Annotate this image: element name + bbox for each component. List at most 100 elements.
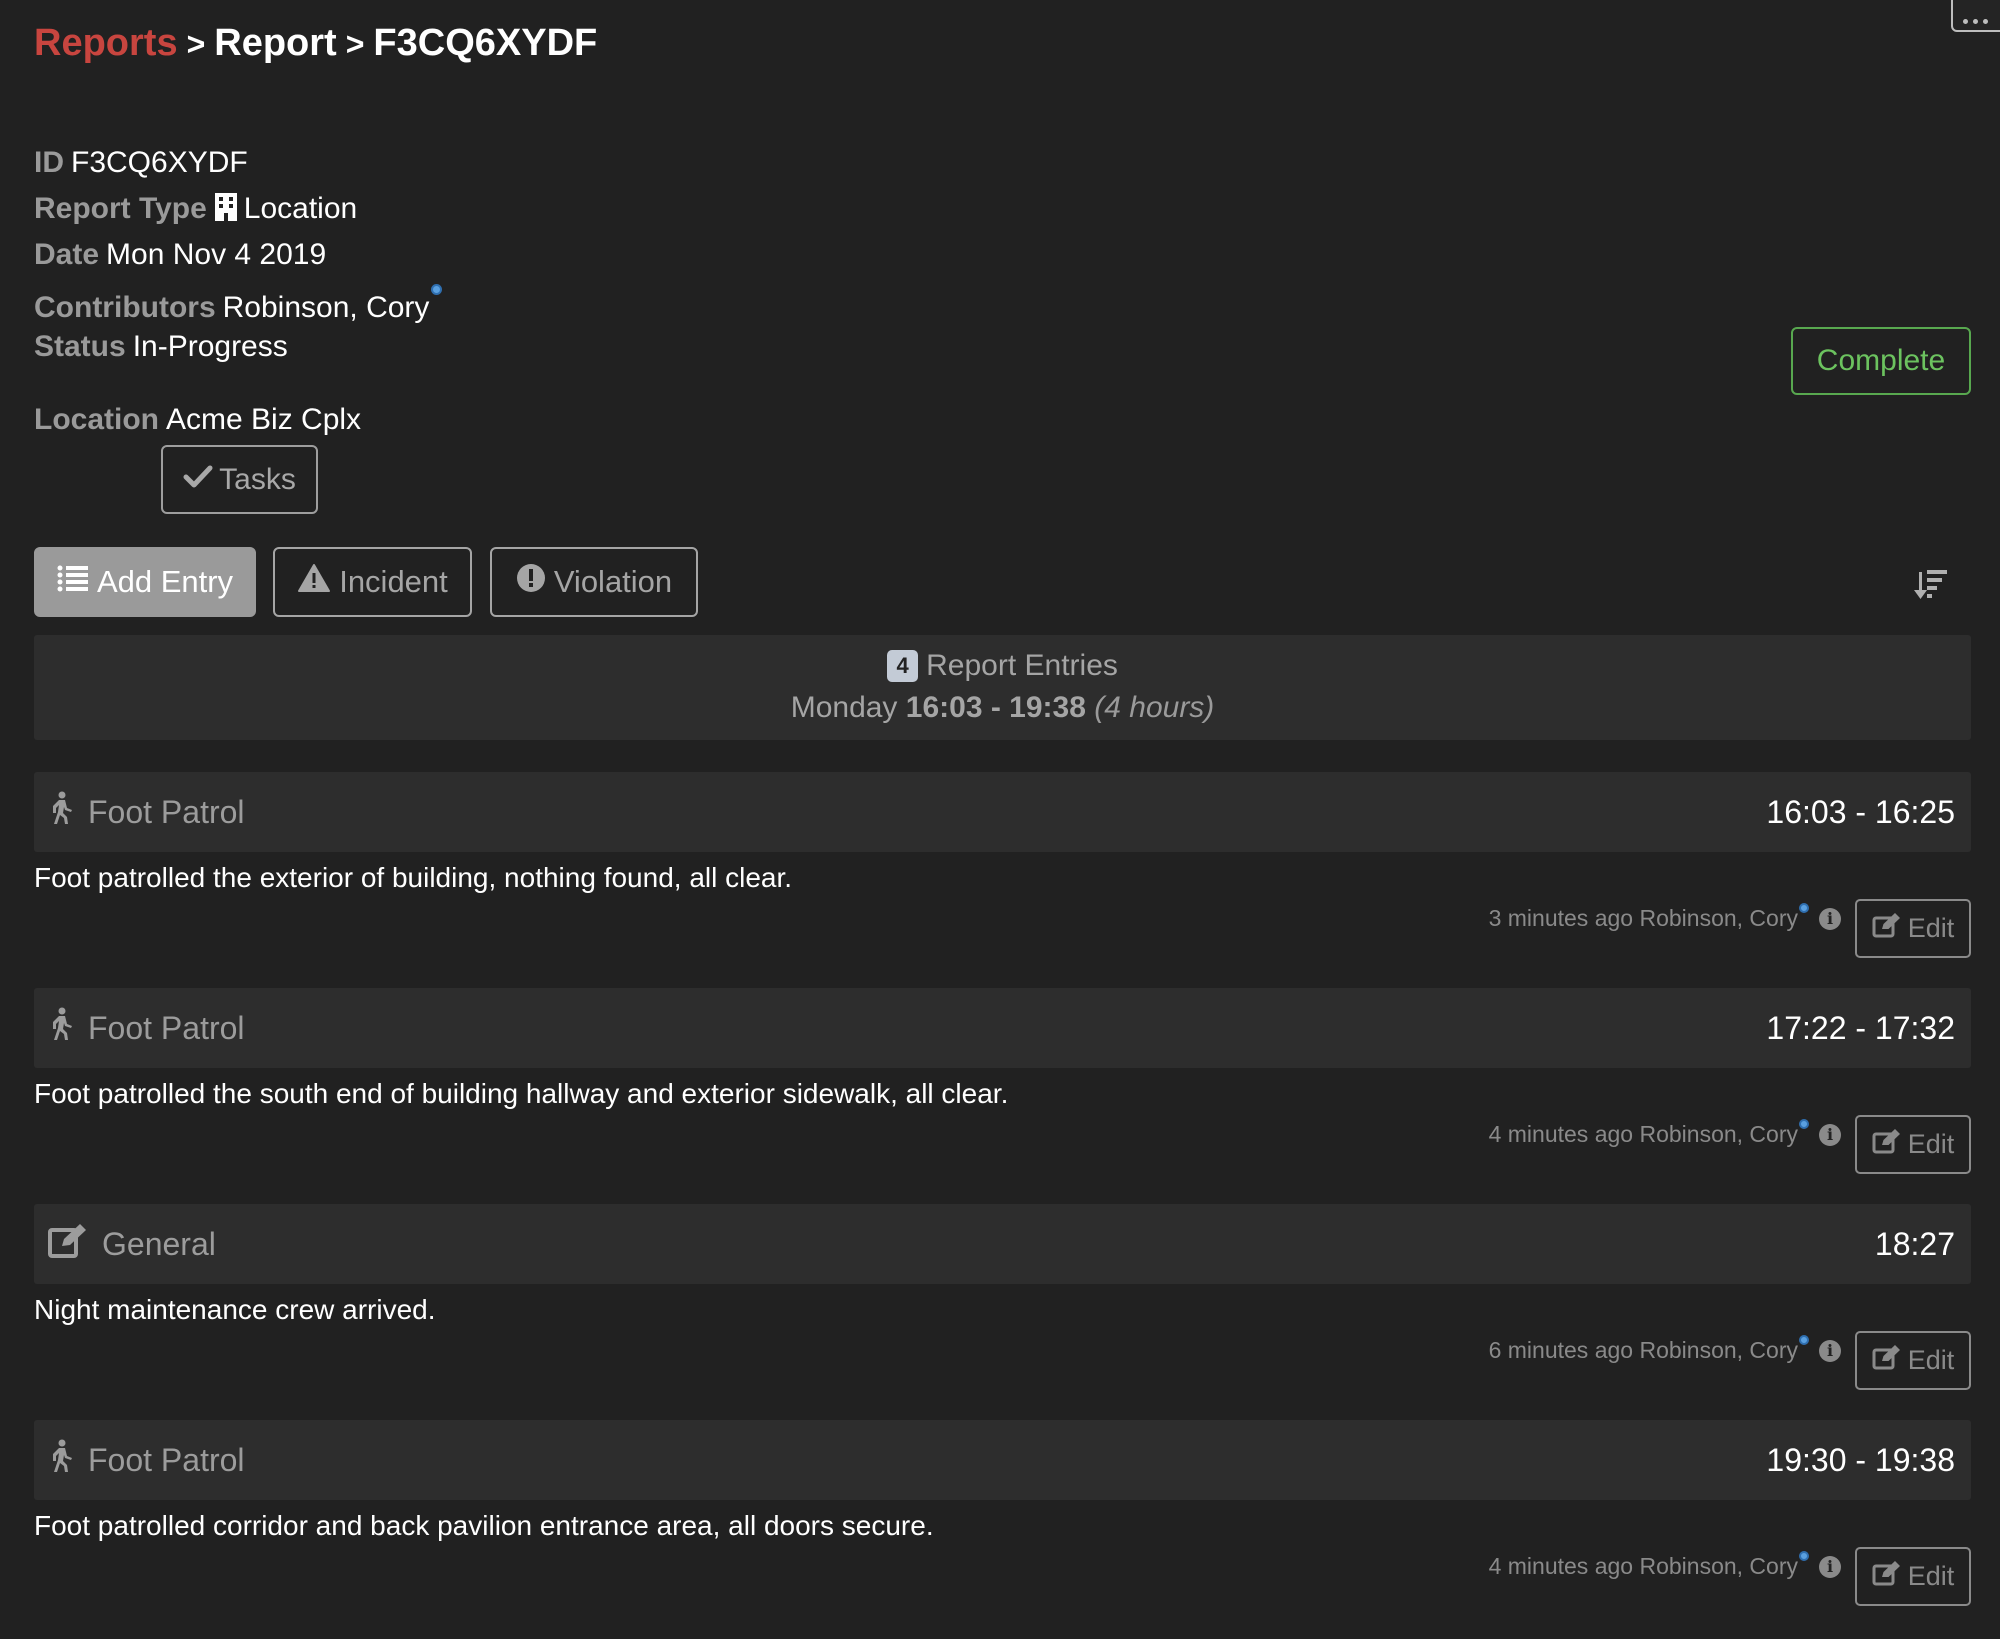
online-status-icon (1799, 1334, 1809, 1345)
entry-time-ago: 4 minutes ago (1488, 1121, 1634, 1147)
info-icon[interactable]: i (1819, 1123, 1841, 1146)
entry-time: 16:03 - 16:25 (1766, 793, 1955, 830)
id-value: F3CQ6XYDF (71, 146, 248, 179)
complete-button[interactable]: Complete (1791, 327, 1971, 395)
entry-type: Foot Patrol (48, 988, 245, 1068)
report-entries-summary: 4 Report Entries Monday 16:03 - 19:38 (4… (34, 635, 1971, 740)
entry-header: Foot Patrol 16:03 - 16:25 (34, 772, 1971, 852)
info-icon[interactable]: i (1819, 1555, 1841, 1578)
entry-type: General (48, 1204, 216, 1284)
date-label: Date (34, 238, 100, 271)
report-id-row: ID F3CQ6XYDF (34, 146, 248, 180)
report-entry: Foot Patrol 19:30 - 19:38 Foot patrolled c… (34, 1420, 1971, 1620)
edit-icon (1872, 1128, 1902, 1161)
exclamation-circle-icon (516, 563, 546, 601)
summary-range: 16:03 - 19:38 (905, 690, 1086, 724)
breadcrumb-separator: > (186, 26, 206, 62)
entry-type-label: Foot Patrol (88, 1441, 245, 1478)
breadcrumb-report: Report (214, 22, 337, 64)
edit-entry-button[interactable]: Edit (1855, 1547, 1971, 1606)
entry-text: Foot patrolled corridor and back pavilio… (34, 1510, 934, 1541)
contributors-label: Contributors (34, 291, 216, 324)
info-icon[interactable]: i (1819, 907, 1841, 930)
location-value: Acme Biz Cplx (166, 403, 362, 436)
edit-label: Edit (1907, 1561, 1955, 1591)
report-entry: Foot Patrol 17:22 - 17:32 Foot patrolled t… (34, 988, 1971, 1188)
violation-button[interactable]: Violation (490, 547, 698, 617)
status-label: Status (34, 330, 126, 363)
entry-text: Foot patrolled the south end of building… (34, 1078, 1009, 1109)
walking-icon (48, 1007, 74, 1049)
online-status-icon (431, 284, 443, 295)
entry-time: 18:27 (1874, 1225, 1955, 1262)
entry-type-label: Foot Patrol (88, 793, 245, 830)
entry-time-ago: 3 minutes ago (1488, 905, 1634, 931)
building-icon (214, 192, 238, 230)
entry-time: 19:30 - 19:38 (1766, 1441, 1955, 1478)
edit-icon (1872, 1560, 1902, 1593)
walking-icon (48, 791, 74, 833)
list-icon (57, 564, 89, 600)
check-icon (183, 463, 213, 497)
tasks-label: Tasks (219, 462, 296, 496)
summary-title: Report Entries (926, 648, 1118, 682)
entry-type: Foot Patrol (48, 1420, 245, 1500)
info-icon[interactable]: i (1819, 1339, 1841, 1362)
more-dots-icon (1962, 19, 1968, 24)
entries-count-badge: 4 (887, 649, 919, 682)
date-row: Date Mon Nov 4 2019 (34, 238, 326, 272)
entry-author[interactable]: Robinson, Cory (1639, 1337, 1798, 1364)
edit-label: Edit (1907, 913, 1955, 943)
sort-button[interactable] (1914, 568, 1950, 602)
contributors-row: Contributors Robinson, Cory (34, 284, 443, 325)
online-status-icon (1799, 1118, 1809, 1129)
date-value: Mon Nov 4 2019 (106, 238, 327, 271)
contributor-name[interactable]: Robinson, Cory (223, 291, 430, 324)
location-row: Location Acme Biz Cplx (34, 403, 361, 437)
tasks-button[interactable]: Tasks (161, 445, 318, 514)
entry-author[interactable]: Robinson, Cory (1639, 1553, 1798, 1580)
entry-type-label: Foot Patrol (88, 1009, 245, 1046)
add-entry-button[interactable]: Add Entry (34, 547, 256, 617)
entry-text: Foot patrolled the exterior of building,… (34, 862, 793, 893)
more-options-button[interactable] (1951, 0, 2000, 32)
breadcrumb: Reports > Report > F3CQ6XYDF (34, 22, 597, 65)
entry-type-label: General (102, 1225, 216, 1262)
breadcrumb-reports-link[interactable]: Reports (34, 22, 178, 64)
entry-header: Foot Patrol 19:30 - 19:38 (34, 1420, 1971, 1500)
incident-button[interactable]: Incident (273, 547, 472, 617)
walking-icon (48, 1439, 74, 1481)
online-status-icon (1799, 902, 1809, 913)
entry-meta: 4 minutes ago Robinson, Cory i (1488, 1550, 1841, 1580)
report-entry: Foot Patrol 16:03 - 16:25 Foot patrolled t… (34, 772, 1971, 972)
entry-meta: 4 minutes ago Robinson, Cory i (1488, 1118, 1841, 1148)
entry-text: Night maintenance crew arrived. (34, 1294, 436, 1325)
edit-entry-button[interactable]: Edit (1855, 1115, 1971, 1174)
report-type-value: Location (243, 192, 358, 225)
entry-time-ago: 4 minutes ago (1488, 1553, 1634, 1579)
warning-icon (297, 563, 331, 601)
edit-entry-button[interactable]: Edit (1855, 899, 1971, 958)
id-label: ID (34, 146, 64, 179)
entry-author[interactable]: Robinson, Cory (1639, 1121, 1798, 1148)
edit-label: Edit (1907, 1345, 1955, 1375)
entry-author[interactable]: Robinson, Cory (1639, 905, 1798, 932)
more-dot (1982, 19, 1988, 24)
location-label: Location (34, 403, 159, 436)
entry-type: Foot Patrol (48, 772, 245, 852)
status-row: Status In-Progress (34, 330, 288, 364)
status-value: In-Progress (132, 330, 288, 363)
more-dot (1972, 19, 1978, 24)
report-type-row: Report Type Location (34, 192, 357, 230)
summary-duration: (4 hours) (1094, 690, 1215, 724)
add-entry-label: Add Entry (96, 564, 234, 599)
summary-day: Monday (790, 690, 898, 724)
entry-time-ago: 6 minutes ago (1488, 1337, 1634, 1363)
edit-label: Edit (1907, 1129, 1955, 1159)
incident-label: Incident (339, 564, 448, 599)
violation-label: Violation (553, 564, 673, 599)
edit-entry-button[interactable]: Edit (1855, 1331, 1971, 1390)
online-status-icon (1799, 1550, 1809, 1561)
entry-time: 17:22 - 17:32 (1766, 1009, 1955, 1046)
entry-meta: 6 minutes ago Robinson, Cory i (1488, 1334, 1841, 1364)
